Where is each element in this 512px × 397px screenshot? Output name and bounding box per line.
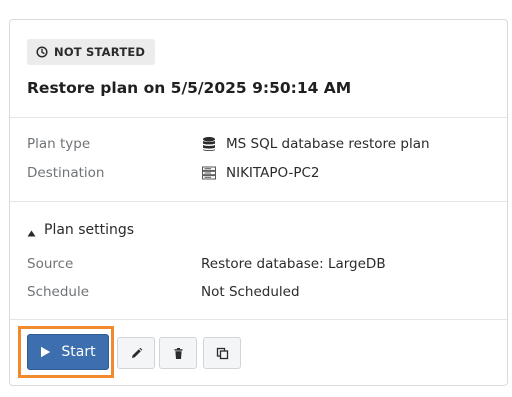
caret-up-icon [27, 226, 36, 236]
status-badge: NOT STARTED [27, 39, 156, 65]
start-button[interactable]: Start [27, 334, 109, 370]
pencil-icon [131, 347, 142, 358]
plan-type-value: MS SQL database restore plan [226, 136, 430, 152]
actions-bar: Start [10, 320, 507, 386]
card-header: NOT STARTED Restore plan on 5/5/2025 9:5… [10, 20, 507, 118]
delete-button[interactable] [159, 337, 197, 369]
plan-settings-toggle[interactable]: Plan settings [27, 222, 134, 238]
plan-settings-section: Plan settings Source Restore database: L… [10, 202, 507, 320]
copy-icon [216, 347, 228, 359]
destination-value: NIKITAPO-PC2 [226, 165, 320, 181]
plan-type-label: Plan type [27, 136, 91, 152]
source-label: Source [27, 256, 74, 272]
start-button-label: Start [61, 344, 96, 360]
destination-value-group: NIKITAPO-PC2 [201, 165, 320, 181]
database-icon [201, 136, 217, 152]
plan-info-section: Plan type MS SQL database restore plan D… [10, 118, 507, 202]
schedule-value: Not Scheduled [201, 284, 300, 300]
status-label: NOT STARTED [54, 45, 146, 59]
plan-type-value-group: MS SQL database restore plan [201, 136, 430, 152]
server-icon [201, 165, 217, 181]
plan-settings-label: Plan settings [44, 222, 135, 238]
schedule-label: Schedule [27, 284, 90, 300]
edit-button[interactable] [117, 337, 155, 369]
trash-icon [174, 347, 182, 359]
destination-label: Destination [27, 165, 105, 181]
clock-icon [36, 46, 48, 58]
play-icon [40, 346, 51, 358]
plan-title: Restore plan on 5/5/2025 9:50:14 AM [27, 79, 352, 97]
copy-button[interactable] [203, 337, 241, 369]
source-value: Restore database: LargeDB [201, 256, 386, 272]
restore-plan-card: NOT STARTED Restore plan on 5/5/2025 9:5… [9, 19, 508, 386]
